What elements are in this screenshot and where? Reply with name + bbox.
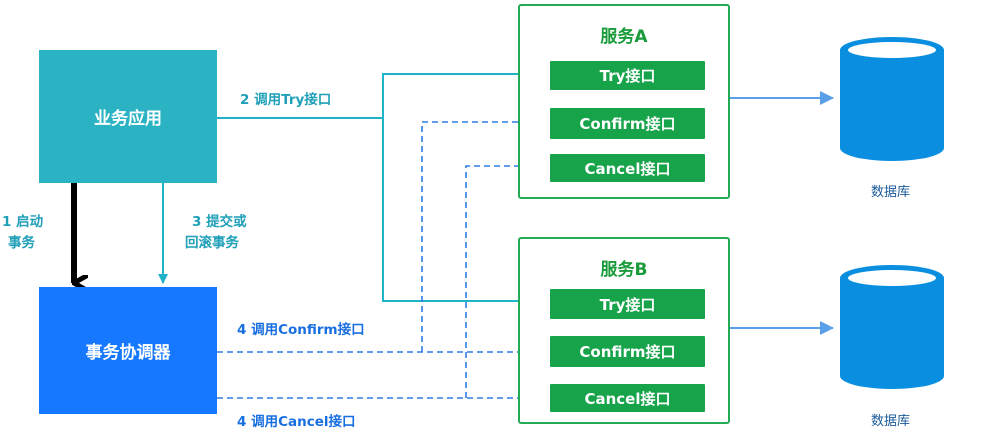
coordinator-label: 事务协调器 xyxy=(85,343,171,363)
service-a-cancel-api: Cancel接口 xyxy=(550,154,705,182)
try-line-b xyxy=(382,118,538,306)
business-app-label: 业务应用 xyxy=(94,109,162,129)
commit-label-line1: 3 提交或 xyxy=(192,214,247,230)
service-b-cancel-api: Cancel接口 xyxy=(550,384,705,412)
call-try-label: 2 调用Try接口 xyxy=(240,92,332,108)
service-a-try-api: Try接口 xyxy=(550,61,705,90)
call-cancel-label: 4 调用Cancel接口 xyxy=(237,414,356,430)
database-b-label: 数据库 xyxy=(871,414,911,429)
business-app-box: 业务应用 xyxy=(39,50,217,183)
database-a-icon xyxy=(840,37,944,161)
service-a-title: 服务A xyxy=(600,27,648,47)
service-a-confirm-api: Confirm接口 xyxy=(550,108,705,139)
service-b-confirm-api: Confirm接口 xyxy=(550,336,705,367)
database-a-label: 数据库 xyxy=(871,185,911,200)
commit-label-line2: 回滚事务 xyxy=(185,235,239,251)
service-a-box: 服务A Try接口 Confirm接口 Cancel接口 xyxy=(518,4,730,199)
start-tx-label-line1: 1 启动 xyxy=(2,214,44,230)
service-b-try-api: Try接口 xyxy=(550,289,705,319)
service-b-title: 服务B xyxy=(600,260,648,280)
coordinator-box: 事务协调器 xyxy=(39,287,217,414)
service-b-box: 服务B Try接口 Confirm接口 Cancel接口 xyxy=(518,237,730,424)
database-b-icon xyxy=(840,265,944,389)
start-tx-label-line2: 事务 xyxy=(8,235,35,251)
call-confirm-label: 4 调用Confirm接口 xyxy=(237,322,365,338)
